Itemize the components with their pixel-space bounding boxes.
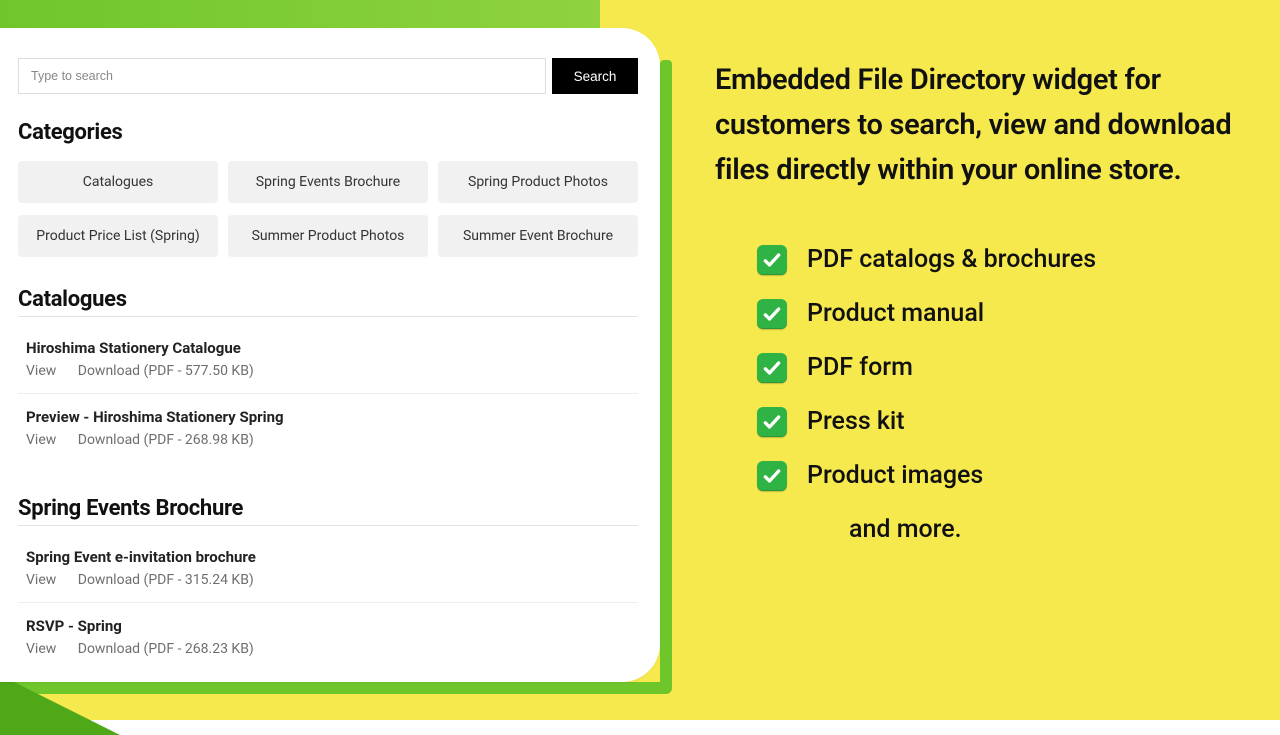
download-link[interactable]: Download (PDF - 577.50 KB) — [78, 363, 254, 379]
category-chip[interactable]: Spring Events Brochure — [228, 161, 428, 203]
panel-right-border — [660, 60, 672, 692]
view-link[interactable]: View — [26, 641, 56, 657]
search-button[interactable]: Search — [552, 58, 638, 94]
file-section-catalogues: Catalogues Hiroshima Stationery Catalogu… — [18, 287, 638, 462]
feature-label: Product images — [807, 461, 983, 490]
feature-item: PDF form — [757, 353, 1235, 383]
file-row: Hiroshima Stationery Catalogue View Down… — [18, 333, 638, 394]
check-icon — [757, 245, 787, 275]
check-icon — [757, 461, 787, 491]
check-icon — [757, 353, 787, 383]
feature-item: PDF catalogs & brochures — [757, 245, 1235, 275]
categories-heading: Categories — [18, 120, 638, 145]
bottom-left-triangle — [0, 675, 120, 735]
search-input[interactable] — [18, 58, 546, 94]
check-icon — [757, 407, 787, 437]
download-link[interactable]: Download (PDF - 315.24 KB) — [78, 572, 254, 588]
category-chip[interactable]: Spring Product Photos — [438, 161, 638, 203]
section-title: Catalogues — [18, 287, 638, 317]
view-link[interactable]: View — [26, 432, 56, 448]
search-bar: Search — [18, 58, 638, 94]
feature-item: Product images — [757, 461, 1235, 491]
file-actions: View Download (PDF - 268.98 KB) — [26, 432, 638, 448]
category-chip[interactable]: Product Price List (Spring) — [18, 215, 218, 257]
file-directory-panel: Search Categories Catalogues Spring Even… — [0, 28, 660, 682]
view-link[interactable]: View — [26, 363, 56, 379]
file-section-spring-events: Spring Events Brochure Spring Event e-in… — [18, 496, 638, 671]
file-actions: View Download (PDF - 577.50 KB) — [26, 363, 638, 379]
feature-label: PDF form — [807, 353, 913, 382]
file-name: Spring Event e-invitation brochure — [26, 548, 638, 566]
category-chip[interactable]: Catalogues — [18, 161, 218, 203]
category-chip[interactable]: Summer Event Brochure — [438, 215, 638, 257]
file-name: Hiroshima Stationery Catalogue — [26, 339, 638, 357]
section-title: Spring Events Brochure — [18, 496, 638, 526]
file-actions: View Download (PDF - 268.23 KB) — [26, 641, 638, 657]
top-green-stripe — [0, 0, 600, 28]
file-row: Preview - Hiroshima Stationery Spring Vi… — [18, 402, 638, 462]
file-name: RSVP - Spring — [26, 617, 638, 635]
feature-list: PDF catalogs & brochures Product manual … — [757, 245, 1235, 544]
marketing-copy: Embedded File Directory widget for custo… — [715, 58, 1235, 544]
headline-text: Embedded File Directory widget for custo… — [715, 58, 1235, 193]
feature-item: Press kit — [757, 407, 1235, 437]
file-row: Spring Event e-invitation brochure View … — [18, 542, 638, 603]
file-row: RSVP - Spring View Download (PDF - 268.2… — [18, 611, 638, 671]
feature-label: Press kit — [807, 407, 905, 436]
feature-item: Product manual — [757, 299, 1235, 329]
feature-label: PDF catalogs & brochures — [807, 245, 1096, 274]
view-link[interactable]: View — [26, 572, 56, 588]
check-icon — [757, 299, 787, 329]
file-name: Preview - Hiroshima Stationery Spring — [26, 408, 638, 426]
feature-more: and more. — [849, 515, 1235, 544]
download-link[interactable]: Download (PDF - 268.23 KB) — [78, 641, 254, 657]
category-grid: Catalogues Spring Events Brochure Spring… — [18, 161, 638, 257]
download-link[interactable]: Download (PDF - 268.98 KB) — [78, 432, 254, 448]
feature-label: Product manual — [807, 299, 984, 328]
category-chip[interactable]: Summer Product Photos — [228, 215, 428, 257]
file-actions: View Download (PDF - 315.24 KB) — [26, 572, 638, 588]
